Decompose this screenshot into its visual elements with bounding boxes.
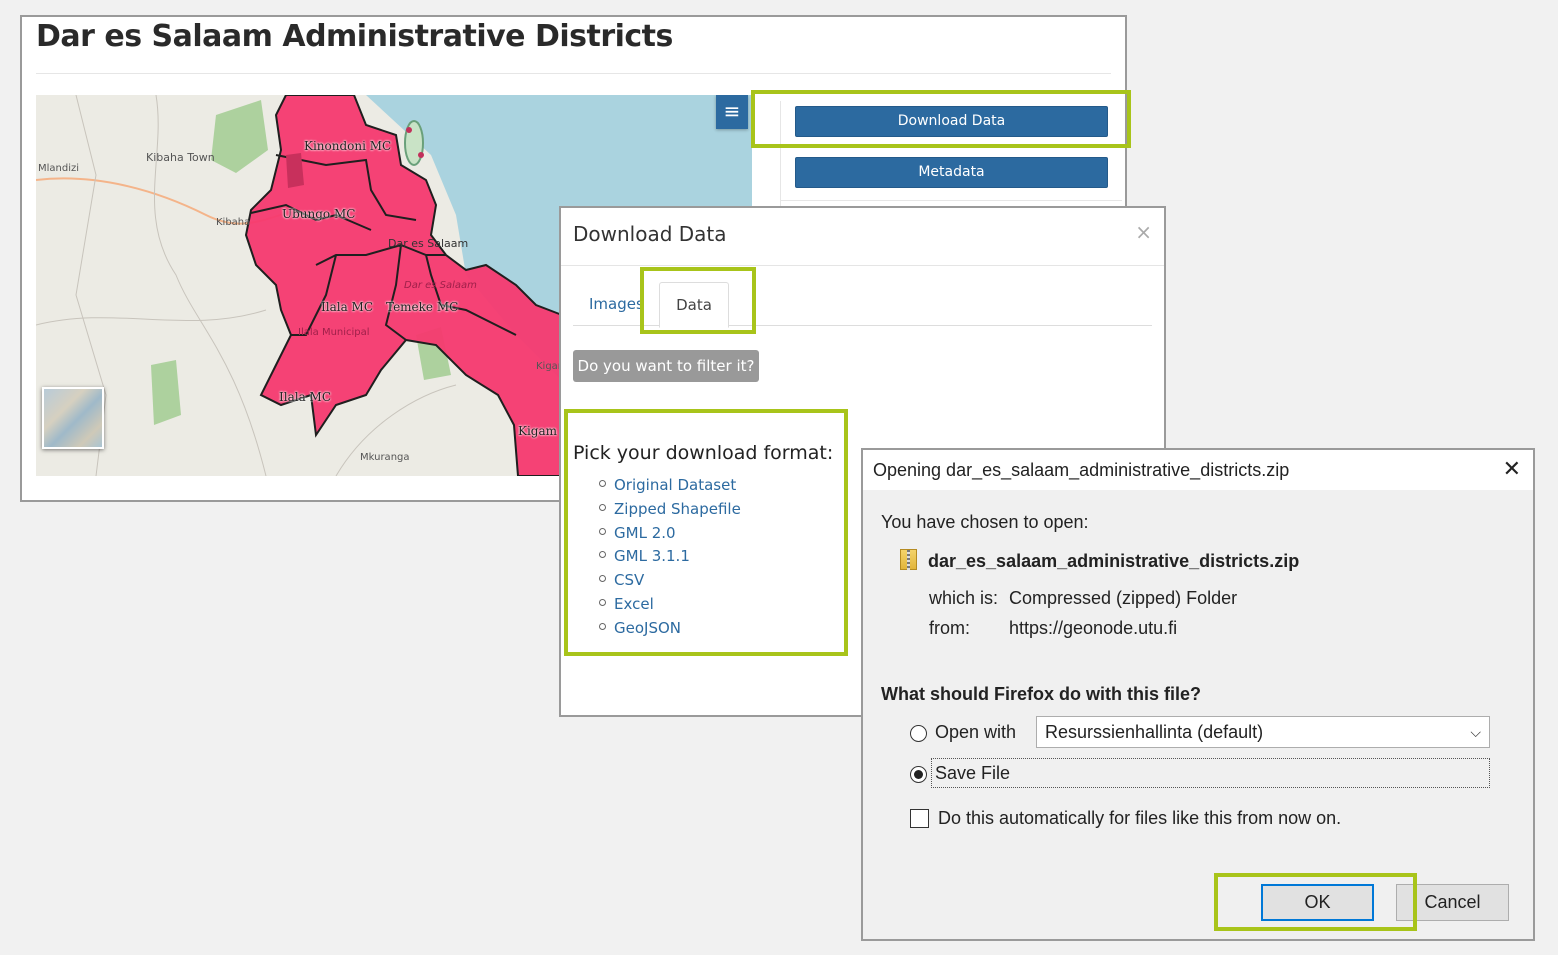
- district-label-kinondoni: Kinondoni MC: [304, 139, 392, 153]
- district-label-kigamboni: Kigam: [518, 424, 558, 438]
- format-heading: Pick your download format:: [573, 442, 834, 464]
- save-file-radio[interactable]: [910, 766, 927, 783]
- filter-button[interactable]: Do you want to filter it?: [573, 350, 759, 382]
- format-link-excel[interactable]: Excel: [614, 595, 654, 613]
- format-link-gml-2[interactable]: GML 2.0: [614, 524, 676, 542]
- chevron-down-icon: ⌵: [1470, 724, 1481, 740]
- close-icon[interactable]: ×: [1135, 220, 1152, 244]
- format-link-geojson[interactable]: GeoJSON: [614, 619, 681, 637]
- file-type-label: which is:: [929, 588, 999, 608]
- bullet-icon: [599, 527, 606, 535]
- sidebar-border: [780, 101, 781, 211]
- bullet-icon: [599, 622, 606, 630]
- tab-images[interactable]: Images: [589, 295, 644, 313]
- format-link-original-dataset[interactable]: Original Dataset: [614, 476, 736, 494]
- district-label-temeke: Temeke MC: [386, 300, 459, 314]
- open-with-label[interactable]: Open with: [935, 722, 1016, 743]
- application-select-value: Resurssienhallinta (default): [1045, 722, 1264, 742]
- island-marker: [418, 152, 424, 158]
- district-label-ilala: Ilala MC: [321, 300, 374, 314]
- list-item: Original Dataset: [599, 476, 741, 500]
- list-item: GeoJSON: [599, 619, 741, 643]
- file-type-value: Compressed (zipped) Folder: [1009, 588, 1238, 608]
- application-select[interactable]: Resurssienhallinta (default) ⌵: [1036, 716, 1490, 748]
- save-file-focus-ring: [931, 758, 1490, 788]
- bullet-icon: [599, 551, 606, 559]
- close-icon[interactable]: ✕: [1503, 456, 1521, 482]
- map-place-label: Dar es Salaam: [404, 280, 477, 291]
- download-data-button[interactable]: Download Data: [795, 106, 1108, 137]
- map-place-label: Kibaha: [216, 217, 251, 228]
- map-place-label: Dar es Salaam: [388, 237, 469, 250]
- basemap-thumbnail-icon[interactable]: [42, 387, 104, 449]
- hamburger-icon[interactable]: ≡: [716, 95, 748, 129]
- list-item: GML 3.1.1: [599, 547, 741, 571]
- cancel-button[interactable]: Cancel: [1396, 884, 1509, 921]
- sidebar-divider: [780, 144, 1122, 145]
- save-file-label[interactable]: Save File: [935, 763, 1010, 784]
- firefox-open-dialog: Opening dar_es_salaam_administrative_dis…: [861, 448, 1535, 941]
- zip-file-icon: [900, 549, 917, 570]
- metadata-button[interactable]: Metadata: [795, 157, 1108, 188]
- auto-action-label[interactable]: Do this automatically for files like thi…: [938, 808, 1341, 829]
- open-with-radio[interactable]: [910, 725, 927, 742]
- tab-data[interactable]: Data: [659, 282, 729, 328]
- modal-header-divider: [561, 265, 1164, 266]
- map-place-label: Mlandizi: [38, 163, 80, 174]
- auto-action-checkbox[interactable]: [910, 809, 929, 828]
- district-shade: [286, 153, 304, 188]
- modal-title: Download Data: [573, 222, 727, 246]
- list-item: CSV: [599, 571, 741, 595]
- map-place-label: Ilala Municipal: [298, 327, 370, 338]
- road: [36, 309, 267, 326]
- file-name: dar_es_salaam_administrative_districts.z…: [928, 551, 1300, 571]
- dialog-titlebar: Opening dar_es_salaam_administrative_dis…: [863, 450, 1533, 490]
- ok-button[interactable]: OK: [1261, 884, 1374, 921]
- chosen-text: You have chosen to open:: [881, 512, 1089, 532]
- bullet-icon: [599, 503, 606, 511]
- format-list: Original Dataset Zipped Shapefile GML 2.…: [599, 476, 741, 643]
- format-link-zipped-shapefile[interactable]: Zipped Shapefile: [614, 500, 741, 518]
- sidebar-divider: [780, 200, 1122, 201]
- file-type-row: which is: Compressed (zipped) Folder: [929, 588, 1237, 609]
- file-source-label: from:: [929, 618, 971, 638]
- title-divider: [36, 73, 1111, 74]
- file-source-value: https://geonode.utu.fi: [1009, 618, 1178, 638]
- map-place-label: Kibaha Town: [146, 151, 215, 164]
- district-label-ubungo: Ubungo MC: [282, 207, 356, 221]
- format-link-gml-3[interactable]: GML 3.1.1: [614, 547, 690, 565]
- list-item: Excel: [599, 595, 741, 619]
- page-title: Dar es Salaam Administrative Districts: [36, 19, 673, 54]
- list-item: GML 2.0: [599, 524, 741, 548]
- bullet-icon: [599, 598, 606, 606]
- bullet-icon: [599, 575, 606, 583]
- dialog-title: Opening dar_es_salaam_administrative_dis…: [873, 460, 1290, 480]
- forest-area: [151, 360, 181, 425]
- map-place-label: Mkuranga: [360, 452, 410, 463]
- forest-area: [211, 100, 268, 173]
- format-link-csv[interactable]: CSV: [614, 571, 644, 589]
- list-item: Zipped Shapefile: [599, 500, 741, 524]
- action-question: What should Firefox do with this file?: [881, 684, 1201, 704]
- island-marker: [406, 127, 412, 133]
- file-source-row: from: https://geonode.utu.fi: [929, 618, 1177, 639]
- district-label-ilala-south: Ilala MC: [279, 390, 332, 404]
- bullet-icon: [599, 480, 606, 487]
